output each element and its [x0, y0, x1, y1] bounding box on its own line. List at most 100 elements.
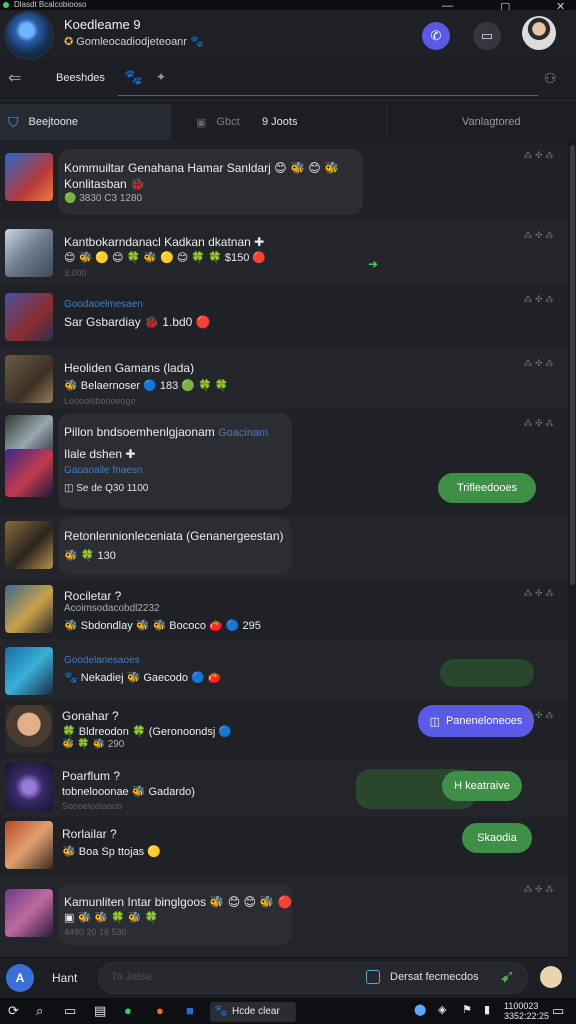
list-item[interactable]: Kommuiltar Genahana Hamar Sanldarj 😊 🐝 😊…: [0, 141, 568, 222]
message-meta: ◫ Se de Q30 1100: [64, 483, 149, 494]
message-meta: 🟢 3830 C3 1280: [64, 193, 143, 204]
reaction-icons[interactable]: ⁂ ✣ ⁂: [523, 884, 554, 895]
message-text: Kamunliten Intar binglgoos 🐝 😊 😊 🐝 🔴: [64, 895, 293, 909]
list-item[interactable]: Gonahar ? 🍀 Bldreodon 🍀 (Geronoondsj 🔵 🐝…: [0, 701, 568, 760]
list-item[interactable]: Pillon bndsoemhenlgjaonam Goacinam Ilale…: [0, 409, 568, 516]
message-meta: 🐝 🍀 🐝 290: [62, 739, 125, 750]
channel-avatar[interactable]: [6, 12, 52, 58]
composer-hint: Dersat fecmecdos: [390, 971, 479, 983]
tab-label: Gbct: [216, 116, 240, 128]
tab-label: Beejtoone: [28, 116, 79, 128]
pet-icon[interactable]: 🐾: [124, 68, 143, 86]
chat-app-icon[interactable]: ●: [124, 1003, 132, 1018]
message-thumbnail: [5, 889, 53, 937]
message-label: Goodelanesaoes: [64, 655, 140, 666]
message-meta: 4480 20 16 530: [64, 927, 127, 937]
message-text: 😊 🐝 🟡 😊 🍀 🐝 🟡 😊 🍀 🍀 $150 🔴: [64, 252, 267, 264]
message-text: 🐝 Sbdondlay 🐝 🐝 Bococo 🍅 🔵 295: [64, 620, 261, 632]
notification-icon[interactable]: ▭: [552, 1003, 564, 1019]
message-text: Heoliden Gamans (lada): [64, 361, 195, 375]
search-underline: [118, 95, 538, 96]
message-thumbnail: [5, 585, 53, 633]
hidden-action: [440, 659, 534, 687]
search-icon[interactable]: ⌕: [36, 1003, 43, 1019]
window-titlebar: Dlasdt Bcalcobiooso — ▢ ✕: [0, 0, 576, 13]
message-meta: Soooeloolaoob: [62, 801, 123, 811]
pill-label: Paneneloneoes: [445, 715, 523, 727]
send-icon[interactable]: ➹: [500, 966, 515, 987]
message-thumbnail: [5, 821, 53, 869]
reaction-icons[interactable]: ⁂ ✣ ⁂: [523, 588, 554, 599]
battery-icon[interactable]: ▮: [484, 1003, 490, 1016]
browser-icon[interactable]: ●: [156, 1003, 164, 1018]
message-text: Rociletar ?: [64, 589, 122, 603]
list-item[interactable]: Heoliden Gamans (lada) 🐝 Belaernoser 🔵 1…: [0, 349, 568, 410]
reply-pill-button[interactable]: H keatraive: [442, 771, 522, 801]
message-text: Konlitasban 🐞: [64, 177, 145, 191]
input-placeholder: Ta Jatse: [111, 971, 152, 983]
reaction-icons[interactable]: ⁂ ✣ ⁂: [523, 150, 554, 161]
list-item[interactable]: Goodaoelmesaen Sar Gsbardiay 🐞 1.bd0 🔴 ⁂…: [0, 285, 568, 350]
reaction-icons[interactable]: ⁂ ✣ ⁂: [523, 294, 554, 305]
message-text: Gonahar ?: [62, 709, 119, 723]
user-avatar[interactable]: [522, 16, 556, 50]
pin-icon[interactable]: ✦: [156, 70, 166, 84]
scrollbar-thumb[interactable]: [570, 145, 575, 585]
reaction-icons[interactable]: ⁂ ✣ ⁂: [523, 358, 554, 369]
store-icon[interactable]: ■: [186, 1003, 194, 1018]
folder-icon[interactable]: ▤: [94, 1003, 106, 1019]
tab-third[interactable]: 9 Joots: [262, 104, 297, 140]
attach-icon[interactable]: [366, 970, 380, 984]
window-title: Dlasdt Bcalcobiooso: [14, 0, 87, 9]
message-text: Rorlailar ?: [62, 827, 117, 841]
list-item[interactable]: Rorlailar ? 🐝 Boa Sp ttojas 🟡 Skaodia: [0, 817, 568, 876]
reaction-icons[interactable]: ⁂ ✣ ⁂: [523, 418, 554, 429]
reaction-icons[interactable]: ⁂ ✣ ⁂: [523, 710, 554, 721]
network-icon[interactable]: ⬤: [414, 1003, 426, 1016]
volume-icon[interactable]: ◈: [438, 1003, 446, 1016]
tab-divider: [170, 104, 171, 140]
call-button[interactable]: ✆: [422, 22, 450, 50]
message-text: ▣ 🐝 🐝 🍀 🐝 🍀: [64, 912, 159, 924]
chat-icon: ◫: [429, 715, 440, 728]
message-link[interactable]: Goacinam: [218, 427, 268, 439]
composer-avatar[interactable]: A: [6, 964, 34, 992]
tray-icon[interactable]: ⚑: [462, 1003, 472, 1016]
tab-second[interactable]: ▣ Gbct: [196, 104, 240, 140]
members-icon[interactable]: ⚇: [544, 70, 557, 87]
message-thumbnail: [5, 521, 53, 569]
start-icon[interactable]: ⟳: [8, 1003, 19, 1019]
clock-date: 3352:22:25: [504, 1011, 550, 1021]
message-label: Goodaoelmesaen: [64, 299, 143, 310]
list-item[interactable]: Poarflum ? tobnelooonae 🐝 Gadardo) Soooe…: [0, 759, 568, 818]
list-item[interactable]: Goodelanesaoes 🐾 Nekadiej 🐝 Gaecodo 🔵 🍅: [0, 639, 568, 702]
message-text: 🍀 Bldreodon 🍀 (Geronoondsj 🔵: [62, 726, 233, 738]
list-item[interactable]: Kamunliten Intar binglgoos 🐝 😊 😊 🐝 🔴 ▣ 🐝…: [0, 875, 568, 958]
tab-fourth[interactable]: Vanlagtored: [462, 104, 521, 140]
list-item[interactable]: Retonlennionleceniata (Genanergeestan) 🐝…: [0, 515, 568, 580]
action-pill-button[interactable]: ◫ Paneneloneoes: [418, 705, 534, 737]
clock-time: 1100023: [504, 1001, 539, 1011]
emoji-icon[interactable]: [540, 966, 562, 988]
phone-icon: ✆: [430, 28, 442, 43]
message-thumbnail: [5, 449, 53, 497]
message-meta: 3.000: [64, 268, 87, 278]
tab-active[interactable]: ⛉ Beejtoone: [0, 104, 170, 140]
list-item[interactable]: Kantbokarndanacl Kadkan dkatnan ✚ 😊 🐝 🟡 …: [0, 221, 568, 286]
reply-pill-button[interactable]: Skaodia: [462, 823, 532, 853]
inbox-button[interactable]: ▭: [473, 22, 501, 50]
message-meta: Loooolsboooeoge: [64, 396, 136, 406]
reply-pill-button[interactable]: Trifleedooes: [438, 473, 536, 503]
taskbar-clock[interactable]: 1100023 3352:22:25: [504, 1001, 549, 1021]
back-arrow-icon[interactable]: ⇐: [8, 68, 21, 88]
list-item[interactable]: Rociletar ? Acoimsodacobdl2232 🐝 Sbdondl…: [0, 579, 568, 640]
message-text: Retonlennionleceniata (Genanergeestan): [64, 529, 284, 543]
message-text: 🐾 Nekadiej 🐝 Gaecodo 🔵 🍅: [64, 672, 222, 684]
taskview-icon[interactable]: ▭: [64, 1003, 76, 1019]
sub-title: Beeshdes: [56, 72, 105, 84]
message-text: Sar Gsbardiay 🐞 1.bd0 🔴: [64, 315, 211, 329]
badge-icon: ✪: [64, 36, 74, 48]
inbox-icon: ▭: [480, 28, 494, 43]
message-thumbnail: [5, 293, 53, 341]
reaction-icons[interactable]: ⁂ ✣ ⁂: [523, 230, 554, 241]
